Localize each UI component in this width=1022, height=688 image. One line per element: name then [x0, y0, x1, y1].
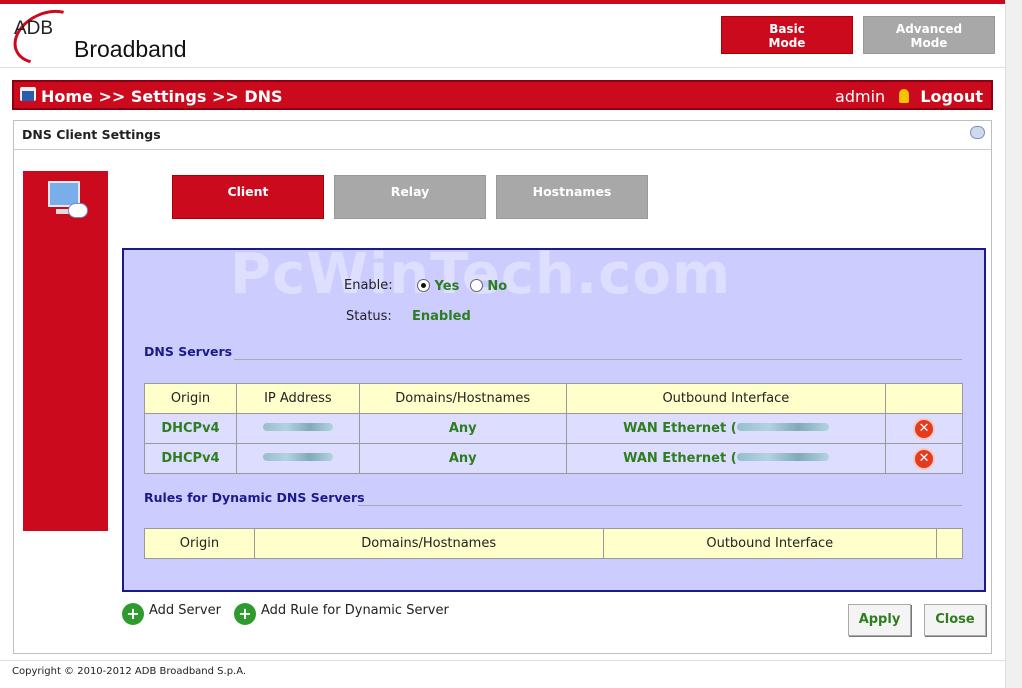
- username: admin: [835, 87, 886, 106]
- row-ip-address: [235, 413, 360, 444]
- enable-no-radio[interactable]: [469, 279, 483, 292]
- table-header-row: Origin IP Address Domains/Hostnames Outb…: [144, 383, 963, 414]
- row-actions: ✕: [885, 413, 963, 444]
- add-server-label: Add Server: [149, 603, 221, 618]
- apply-button[interactable]: Apply: [848, 604, 911, 636]
- redacted-ip: [262, 423, 333, 431]
- row-origin: DHCPv4: [144, 443, 237, 474]
- status-value: Enabled: [412, 309, 471, 324]
- dns-client-panel: DNS Client Settings Client Relay Hostnam…: [13, 120, 992, 654]
- page-title: DNS Client Settings: [22, 127, 161, 142]
- rules-title: Rules for Dynamic DNS Servers: [144, 490, 365, 505]
- logo-adb: ADB: [14, 18, 54, 39]
- enable-yes-radio[interactable]: [417, 279, 430, 292]
- title-divider: [14, 149, 991, 150]
- logo-broadband: Broadband: [74, 36, 187, 62]
- copyright: Copyright © 2010-2012 ADB Broadband S.p.…: [12, 666, 247, 677]
- nav-bar: Home >> Settings >> DNS admin Logout: [12, 80, 993, 110]
- advanced-mode-button[interactable]: Advanced Mode: [863, 16, 995, 54]
- computer-icon: [46, 179, 88, 225]
- dns-servers-table: Origin IP Address Domains/Hostnames Outb…: [144, 383, 963, 474]
- col-domains: Domains/Hostnames: [253, 528, 604, 559]
- tab-relay[interactable]: Relay: [334, 175, 486, 219]
- watermark: PcWinTech.com: [230, 242, 732, 307]
- footer-divider: [0, 660, 1022, 661]
- table-row: DHCPv4 Any WAN Ethernet ( ✕: [144, 443, 963, 474]
- adb-logo: ADB Broadband: [4, 0, 210, 75]
- enable-radio-group: Yes No: [417, 279, 513, 294]
- delete-icon[interactable]: ✕: [913, 447, 936, 470]
- add-rule-label: Add Rule for Dynamic Server: [261, 603, 449, 618]
- row-domains: Any: [358, 443, 567, 474]
- row-interface: WAN Ethernet (: [565, 443, 887, 474]
- settings-content: PcWinTech.com Enable: Yes No Status: Ena…: [122, 242, 986, 592]
- enable-label: Enable:: [344, 278, 393, 293]
- add-icon: +: [234, 603, 256, 625]
- col-actions: [885, 383, 963, 414]
- chat-bubble: [68, 203, 88, 218]
- main-frame: Home >> Settings >> DNS admin Logout DNS…: [10, 78, 995, 658]
- dynamic-rules-table: Origin Domains/Hostnames Outbound Interf…: [144, 528, 963, 559]
- add-rule-button[interactable]: + Add Rule for Dynamic Server: [234, 603, 449, 625]
- table-header-row: Origin Domains/Hostnames Outbound Interf…: [144, 528, 963, 559]
- row-actions: ✕: [885, 443, 963, 474]
- enable-yes-label: Yes: [434, 279, 460, 294]
- basic-mode-button[interactable]: Basic Mode: [721, 16, 853, 54]
- row-interface-text: WAN Ethernet (: [623, 451, 737, 466]
- add-server-button[interactable]: + Add Server: [122, 603, 221, 625]
- vertical-scrollbar[interactable]: [1005, 0, 1022, 688]
- breadcrumb[interactable]: Home >> Settings >> DNS: [41, 87, 283, 106]
- add-icon: +: [122, 603, 144, 625]
- dns-servers-divider: [234, 359, 962, 360]
- help-icon[interactable]: [970, 126, 985, 139]
- tab-client[interactable]: Client: [172, 175, 324, 219]
- advanced-mode-label-line2: Mode: [910, 36, 948, 50]
- basic-mode-label-line1: Basic: [769, 22, 805, 36]
- col-origin: Origin: [144, 528, 255, 559]
- basic-mode-label-line2: Mode: [768, 36, 806, 50]
- delete-icon[interactable]: ✕: [913, 417, 936, 440]
- col-ip-address: IP Address: [235, 383, 360, 414]
- side-strip: [23, 171, 108, 531]
- tab-hostnames[interactable]: Hostnames: [496, 175, 648, 219]
- row-interface: WAN Ethernet (: [565, 413, 887, 444]
- rules-divider: [358, 505, 962, 506]
- table-row: DHCPv4 Any WAN Ethernet ( ✕: [144, 413, 963, 444]
- redacted-interface: [736, 453, 829, 461]
- dns-servers-title: DNS Servers: [144, 344, 233, 359]
- col-domains: Domains/Hostnames: [358, 383, 567, 414]
- logout-link[interactable]: Logout: [920, 87, 983, 106]
- col-outbound-interface: Outbound Interface: [565, 383, 887, 414]
- redacted-interface: [736, 423, 829, 431]
- redacted-ip: [262, 453, 333, 461]
- enable-no-label: No: [487, 279, 508, 294]
- row-interface-text: WAN Ethernet (: [623, 421, 737, 436]
- status-label: Status:: [346, 309, 392, 324]
- user-area: admin Logout: [835, 87, 983, 106]
- advanced-mode-label-line1: Advanced: [895, 22, 963, 36]
- col-origin: Origin: [144, 383, 237, 414]
- row-origin: DHCPv4: [144, 413, 237, 444]
- user-icon: [898, 89, 909, 103]
- close-button[interactable]: Close: [924, 604, 986, 636]
- row-domains: Any: [358, 413, 567, 444]
- header: ADB Broadband Basic Mode Advanced Mode: [0, 0, 1022, 75]
- row-ip-address: [235, 443, 360, 474]
- col-outbound-interface: Outbound Interface: [602, 528, 938, 559]
- home-icon[interactable]: [20, 87, 36, 101]
- col-actions: [936, 528, 963, 559]
